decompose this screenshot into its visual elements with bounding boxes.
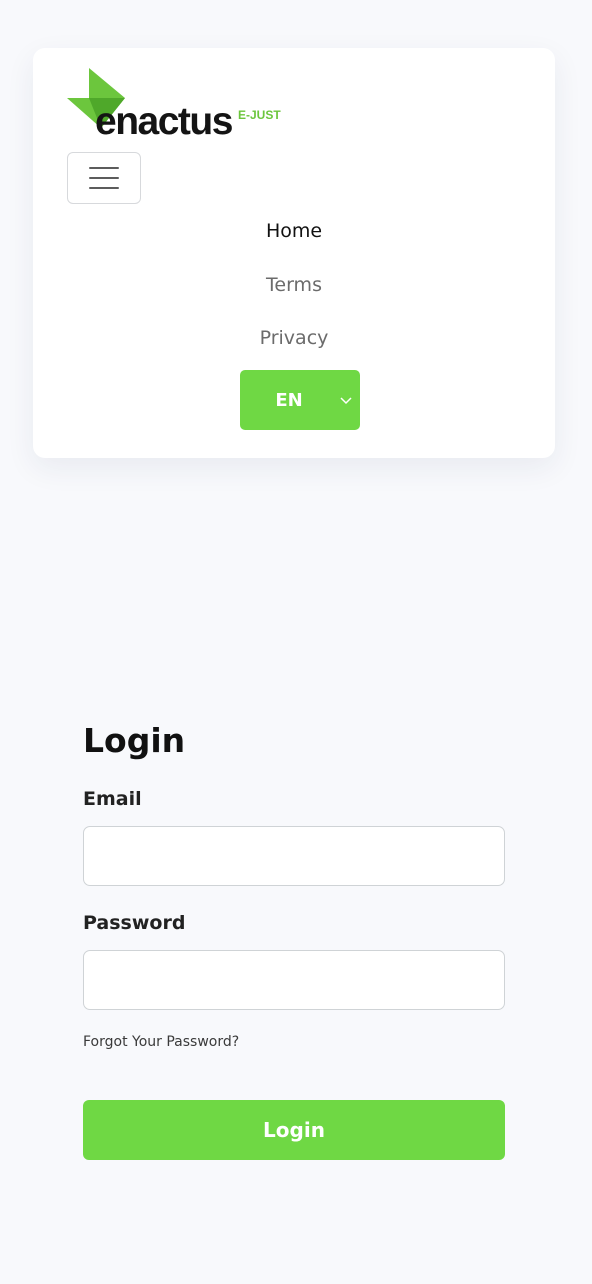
hamburger-line (89, 177, 119, 179)
password-label: Password (83, 912, 186, 934)
enactus-logo[interactable]: enactus E-JUST (67, 68, 297, 148)
nav-links: Home Terms Privacy (33, 211, 555, 372)
password-input[interactable] (83, 950, 505, 1010)
logo-wordmark: enactus (95, 100, 233, 143)
language-select[interactable]: EN (240, 370, 360, 430)
email-label: Email (83, 788, 142, 810)
login-form: Login Email Password Forgot Your Passwor… (83, 718, 505, 1160)
forgot-password-link[interactable]: Forgot Your Password? (83, 1032, 239, 1052)
language-selected-value: EN (275, 389, 303, 411)
hamburger-line (89, 167, 119, 169)
nav-link-privacy[interactable]: Privacy (33, 318, 555, 358)
nav-link-terms[interactable]: Terms (33, 265, 555, 305)
hamburger-line (89, 187, 119, 189)
login-button[interactable]: Login (83, 1100, 505, 1160)
chevron-down-icon (332, 370, 360, 430)
login-title: Login (83, 721, 186, 760)
hamburger-menu-icon[interactable] (67, 152, 141, 204)
logo-subtitle: E-JUST (238, 108, 281, 122)
navbar: enactus E-JUST Home Terms Privacy EN (33, 48, 555, 458)
nav-link-home[interactable]: Home (33, 211, 555, 251)
email-input[interactable] (83, 826, 505, 886)
